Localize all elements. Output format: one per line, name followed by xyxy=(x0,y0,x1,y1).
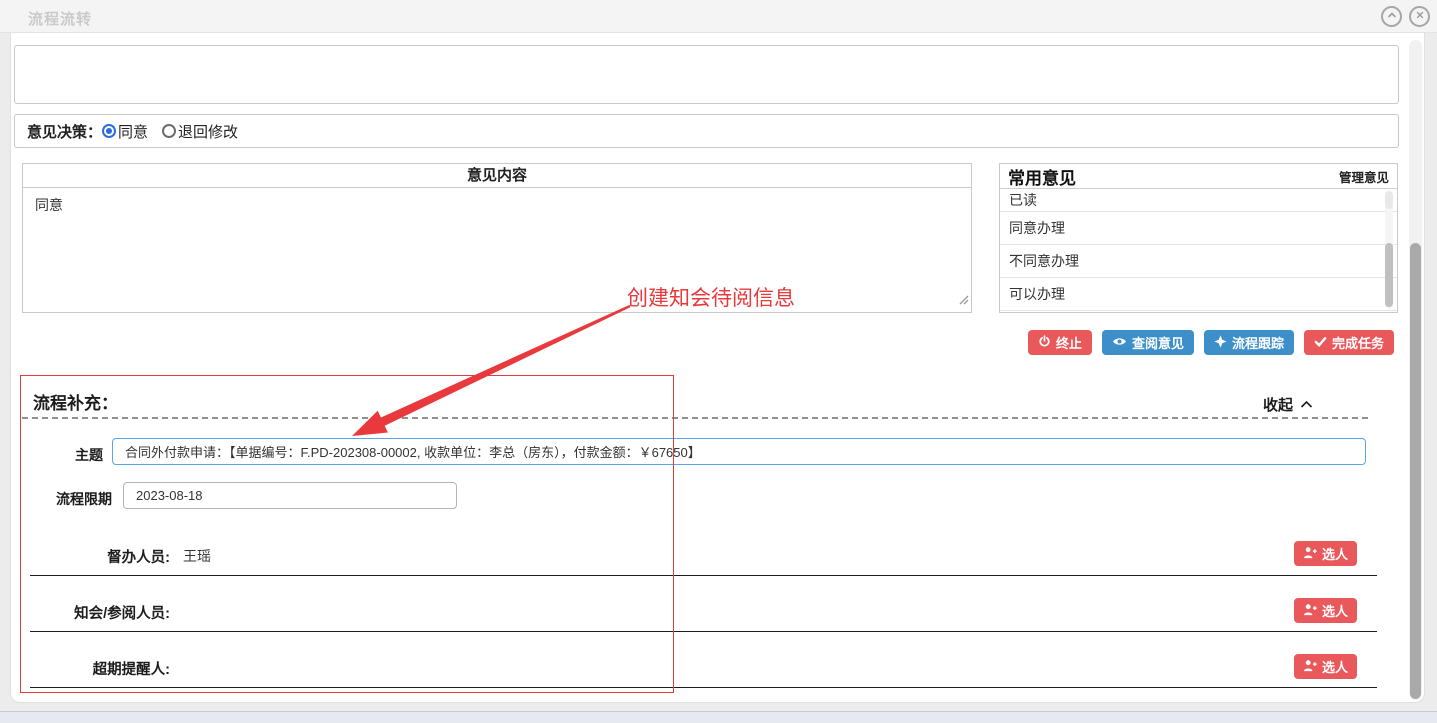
common-opinion-item[interactable]: 已读 xyxy=(1000,189,1397,212)
dialog-titlebar: 流程流转 xyxy=(0,0,1437,33)
textarea-resize-handle[interactable] xyxy=(958,292,969,310)
collapsed-content-box xyxy=(14,45,1399,104)
opinion-content-box: 意见内容 同意 xyxy=(22,163,972,313)
view-opinions-button[interactable]: 查阅意见 xyxy=(1102,330,1194,355)
radio-selected-icon xyxy=(102,124,116,138)
subject-input[interactable] xyxy=(112,438,1366,465)
page-scrollbar xyxy=(1409,40,1422,700)
row-divider xyxy=(30,631,1377,632)
supplement-collapse-toggle[interactable]: 收起 xyxy=(1263,394,1313,415)
radio-unselected-icon xyxy=(162,124,176,138)
person-plus-icon xyxy=(1303,659,1318,675)
dialog-close-button[interactable] xyxy=(1409,6,1430,27)
common-opinions-header: 常用意见 管理意见 xyxy=(1000,164,1397,189)
dialog-collapse-button[interactable] xyxy=(1381,6,1402,27)
subject-label: 主题 xyxy=(0,445,103,465)
common-opinion-item[interactable]: 可以办理 xyxy=(1000,278,1397,311)
chevron-up-icon xyxy=(1386,8,1398,26)
eye-icon xyxy=(1112,335,1127,350)
decision-box: 意见决策： 同意 退回修改 xyxy=(14,114,1399,148)
opinions-scrollbar xyxy=(1385,191,1393,309)
page-bottom-strip xyxy=(0,711,1437,723)
row-divider xyxy=(30,575,1377,576)
terminate-label: 终止 xyxy=(1056,333,1082,352)
pick-supervisor-label: 选人 xyxy=(1322,544,1348,563)
person-plus-icon xyxy=(1303,546,1318,562)
pick-supervisor-button[interactable]: 选人 xyxy=(1294,541,1357,566)
complete-task-button[interactable]: 完成任务 xyxy=(1304,330,1394,355)
process-track-label: 流程跟踪 xyxy=(1232,333,1284,352)
close-icon xyxy=(1414,8,1426,26)
supervisor-label: 督办人员: xyxy=(0,546,170,567)
pick-cc-readers-label: 选人 xyxy=(1322,601,1348,620)
deadline-label: 流程限期 xyxy=(0,489,112,509)
pick-overdue-reminder-button[interactable]: 选人 xyxy=(1294,654,1357,679)
complete-task-label: 完成任务 xyxy=(1332,333,1384,352)
person-plus-icon xyxy=(1303,603,1318,619)
overdue-reminder-label: 超期提醒人: xyxy=(0,658,170,679)
row-divider xyxy=(30,687,1377,688)
chevron-up-icon xyxy=(1300,396,1313,413)
process-track-button[interactable]: 流程跟踪 xyxy=(1204,330,1294,355)
section-divider-dashed xyxy=(22,417,1368,419)
manage-opinions-link[interactable]: 管理意见 xyxy=(1339,167,1389,186)
common-opinion-item[interactable]: 不同意办理 xyxy=(1000,245,1397,278)
track-icon xyxy=(1214,335,1227,351)
common-opinion-item[interactable]: 同意办理 xyxy=(1000,212,1397,245)
dialog-title: 流程流转 xyxy=(28,8,92,29)
process-flow-dialog: 流程流转 意见决策： 同意 退回修改 意见内容 同意 xyxy=(0,0,1437,723)
common-opinions-title: 常用意见 xyxy=(1008,164,1076,189)
page-scrollbar-thumb[interactable] xyxy=(1410,243,1421,699)
deadline-input[interactable] xyxy=(123,482,457,509)
common-opinions-box: 常用意见 管理意见 已读 同意办理 不同意办理 可以办理 xyxy=(999,163,1398,313)
cc-readers-label: 知会/参阅人员: xyxy=(0,602,170,623)
opinion-textarea[interactable]: 同意 xyxy=(23,188,971,311)
opinions-scrollbar-track-cap xyxy=(1385,191,1393,209)
view-opinions-label: 查阅意见 xyxy=(1132,333,1184,352)
action-buttons-row: 终止 查阅意见 流程跟踪 完成任务 xyxy=(1028,330,1394,355)
common-opinions-list: 已读 同意办理 不同意办理 可以办理 xyxy=(1000,189,1397,312)
supplement-section-title: 流程补充： xyxy=(33,389,118,414)
opinions-scrollbar-thumb[interactable] xyxy=(1385,243,1393,307)
check-icon xyxy=(1314,335,1327,351)
terminate-button[interactable]: 终止 xyxy=(1028,330,1092,355)
power-icon xyxy=(1038,335,1051,351)
pick-overdue-reminder-label: 选人 xyxy=(1322,657,1348,676)
opinion-content-header: 意见内容 xyxy=(23,164,971,188)
supervisor-value: 王瑶 xyxy=(183,546,211,566)
radio-option-return[interactable]: 退回修改 xyxy=(162,121,238,142)
radio-option-agree[interactable]: 同意 xyxy=(102,121,148,142)
pick-cc-readers-button[interactable]: 选人 xyxy=(1294,598,1357,623)
decision-label: 意见决策： xyxy=(27,121,102,142)
radio-option-return-label: 退回修改 xyxy=(178,121,238,142)
collapse-label: 收起 xyxy=(1263,394,1293,415)
radio-option-agree-label: 同意 xyxy=(118,121,148,142)
